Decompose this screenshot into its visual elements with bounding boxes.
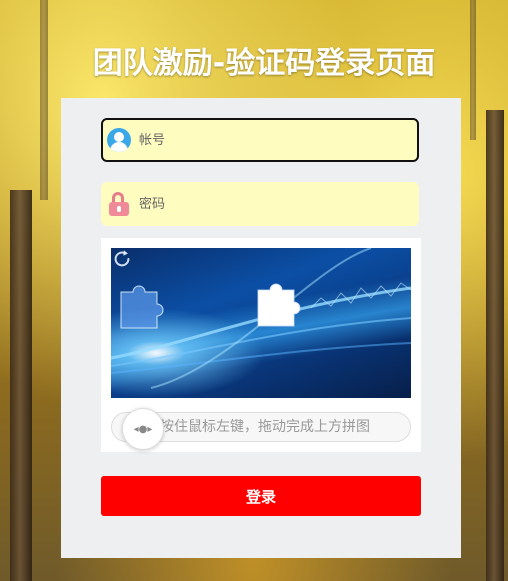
slider-handle[interactable]: ◂●▸ <box>122 408 164 450</box>
slider-hint-text: 按住鼠标左键，拖动完成上方拼图 <box>160 419 370 435</box>
slider-track: 按住鼠标左键，拖动完成上方拼图 ◂●▸ <box>111 408 411 450</box>
password-field[interactable] <box>101 182 419 226</box>
drag-arrows-icon: ◂●▸ <box>133 423 153 435</box>
username-field[interactable] <box>101 118 419 162</box>
login-panel: 按住鼠标左键，拖动完成上方拼图 ◂●▸ 登录 <box>61 98 461 558</box>
captcha-puzzle-image <box>111 248 411 398</box>
username-input[interactable] <box>137 131 401 149</box>
lock-icon <box>107 192 131 216</box>
refresh-icon[interactable] <box>111 248 133 270</box>
login-button[interactable]: 登录 <box>101 476 421 516</box>
background-tree-trunk <box>486 110 504 581</box>
background-tree-trunk <box>10 190 32 581</box>
slider-captcha: 按住鼠标左键，拖动完成上方拼图 ◂●▸ <box>101 238 421 452</box>
password-input[interactable] <box>137 195 401 213</box>
user-icon <box>107 128 131 152</box>
page-title: 团队激励-验证码登录页面 <box>92 46 436 81</box>
puzzle-target-slot <box>257 283 301 327</box>
background-tree-trunk <box>40 0 48 200</box>
puzzle-piece <box>120 285 164 329</box>
